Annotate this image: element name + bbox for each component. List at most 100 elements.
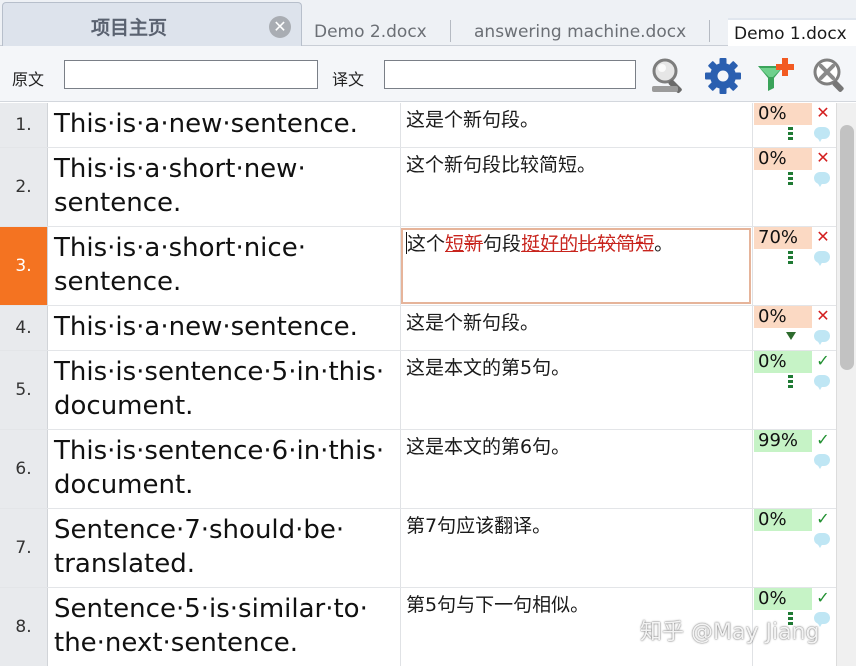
comment-icon[interactable] (814, 330, 830, 345)
tab-demo-2-label: Demo 2.docx (314, 22, 427, 42)
segment-number: 3. (0, 227, 48, 305)
source-text: This·is·sentence·5·in·this· document. (54, 357, 385, 421)
source-text: Sentence·7·should·be· translated. (54, 515, 345, 579)
error-status-icon[interactable]: ✕ (816, 229, 830, 245)
match-rate-badge: 0% (754, 148, 812, 170)
segment-row[interactable]: 6. This·is·sentence·6·in·this· document.… (0, 430, 836, 509)
target-text[interactable]: 这是个新句段。 (406, 310, 746, 336)
close-icon[interactable]: ✕ (269, 16, 291, 38)
search-icon[interactable] (648, 56, 690, 96)
segment-row[interactable]: 5. This·is·sentence·5·in·this· document.… (0, 351, 836, 430)
column-divider (752, 227, 753, 305)
segment-number: 6. (0, 430, 48, 508)
confirmed-check-icon[interactable]: ✓ (816, 432, 830, 448)
column-divider (752, 306, 753, 350)
target-text[interactable]: 这个新句段比较简短。 (406, 152, 746, 178)
comment-icon[interactable] (814, 172, 830, 187)
source-text: This·is·a·new·sentence. (54, 312, 358, 342)
match-rate-badge: 0% (754, 306, 812, 328)
match-level-icon (788, 375, 793, 393)
confirmed-check-icon[interactable]: ✓ (816, 590, 830, 606)
comment-icon[interactable] (814, 454, 830, 469)
error-status-icon[interactable]: ✕ (816, 150, 830, 166)
tab-demo-2[interactable]: Demo 2.docx (304, 0, 448, 46)
segment-grid: 1. This·is·a·new·sentence. 这是个新句段。 0% ✕ … (0, 103, 836, 666)
column-divider (400, 509, 401, 587)
arrow-down-icon (786, 332, 796, 340)
column-divider (400, 588, 401, 666)
target-text[interactable]: 第7句应该翻译。 (406, 513, 746, 539)
segment-row-active[interactable]: 3. This·is·a·short·nice· sentence. 这个短新句… (0, 227, 836, 306)
target-text[interactable]: 这是本文的第5句。 (406, 355, 746, 381)
match-rate-badge: 0% (754, 103, 812, 125)
source-filter-input[interactable] (64, 60, 318, 89)
tab-separator (709, 20, 710, 42)
match-level-icon (788, 172, 793, 190)
comment-icon[interactable] (814, 127, 830, 142)
tab-answering-machine[interactable]: answering machine.docx (452, 0, 708, 46)
segment-number: 5. (0, 351, 48, 429)
target-text-part: 这个 (407, 233, 446, 255)
segment-row[interactable]: 2. This·is·a·short·new· sentence. 这个新句段比… (0, 148, 836, 227)
column-divider (752, 103, 753, 147)
source-text: This·is·a·short·nice· sentence. (54, 233, 306, 297)
target-filter-label: 译文 (332, 70, 365, 89)
segment-row[interactable]: 4. This·is·a·new·sentence. 这是个新句段。 0% ✕ (0, 306, 836, 351)
match-level-icon (788, 251, 793, 269)
filter-bar: 原文 译文 (0, 46, 856, 102)
source-text: This·is·a·short·new· sentence. (54, 154, 306, 218)
match-rate-badge: 0% (754, 588, 812, 610)
segment-number: 7. (0, 509, 48, 587)
tab-separator (450, 20, 451, 42)
clear-search-icon[interactable] (810, 56, 852, 96)
tracked-deletion: 新 (464, 233, 484, 255)
add-filter-icon[interactable] (756, 56, 798, 96)
confirmed-check-icon[interactable]: ✓ (816, 353, 830, 369)
match-level-icon (788, 127, 793, 145)
segment-number: 4. (0, 306, 48, 350)
target-text-part: 句段 (483, 233, 522, 255)
document-tab-bar: 项目主页 ✕ Demo 2.docx answering machine.doc… (0, 0, 856, 46)
source-text: This·is·a·new·sentence. (54, 109, 358, 139)
target-text-part: 。 (654, 233, 674, 255)
error-status-icon[interactable]: ✕ (816, 308, 830, 324)
target-filter-input[interactable] (384, 60, 636, 89)
match-rate-badge: 0% (754, 509, 812, 531)
match-rate-badge: 70% (754, 227, 812, 249)
tracked-insertion: 挺好的 (521, 233, 579, 255)
error-status-icon[interactable]: ✕ (816, 105, 830, 121)
vertical-scrollbar[interactable] (836, 103, 856, 666)
column-divider (400, 103, 401, 147)
column-divider (400, 306, 401, 350)
column-divider (400, 148, 401, 226)
gear-icon[interactable] (702, 56, 744, 96)
column-divider (400, 430, 401, 508)
tab-demo-1[interactable]: Demo 1.docx (728, 18, 856, 46)
tab-project-home[interactable]: 项目主页 ✕ (2, 2, 302, 46)
segment-row[interactable]: 7. Sentence·7·should·be· translated. 第7句… (0, 509, 836, 588)
comment-icon[interactable] (814, 251, 830, 266)
tracked-insertion: 短 (445, 233, 465, 255)
tab-project-home-label: 项目主页 (91, 17, 168, 39)
scrollbar-thumb[interactable] (840, 125, 854, 370)
segment-number: 8. (0, 588, 48, 666)
tab-answering-machine-label: answering machine.docx (474, 22, 687, 42)
source-filter-label: 原文 (12, 70, 45, 89)
confirmed-check-icon[interactable]: ✓ (816, 511, 830, 527)
column-divider (752, 509, 753, 587)
column-divider (752, 351, 753, 429)
source-text: This·is·sentence·6·in·this· document. (54, 436, 385, 500)
segment-number: 1. (0, 103, 48, 147)
match-rate-badge: 99% (754, 430, 812, 452)
match-rate-badge: 0% (754, 351, 812, 373)
segment-row[interactable]: 1. This·is·a·new·sentence. 这是个新句段。 0% ✕ (0, 103, 836, 148)
target-text-editor[interactable]: 这个短新句段挺好的比较简短。 (406, 231, 746, 257)
column-divider (752, 148, 753, 226)
comment-icon[interactable] (814, 375, 830, 390)
segment-number: 2. (0, 148, 48, 226)
tracked-deletion: 比较简短 (578, 233, 655, 255)
target-text[interactable]: 这是个新句段。 (406, 107, 746, 133)
target-text[interactable]: 这是本文的第6句。 (406, 434, 746, 460)
tab-demo-1-label: Demo 1.docx (734, 24, 847, 44)
comment-icon[interactable] (814, 533, 830, 548)
